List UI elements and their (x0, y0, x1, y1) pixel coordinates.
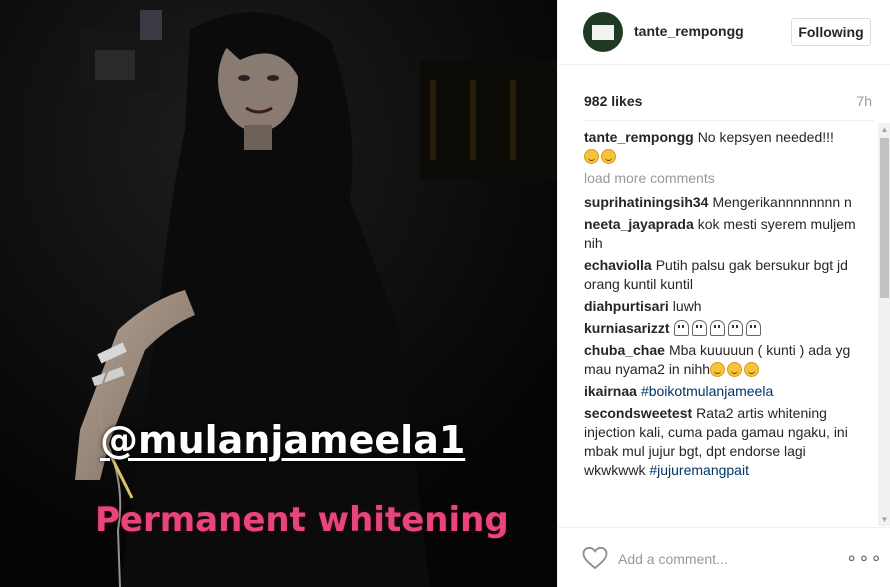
scroll-up-arrow-icon[interactable]: ▲ (878, 123, 890, 136)
post-photo (0, 0, 557, 587)
comment-username[interactable]: chuba_chae (584, 342, 665, 358)
post-media[interactable]: @mulanjameela1 Permanent whitening (0, 0, 557, 587)
smiling-face-icon (601, 149, 616, 164)
avatar-image-detail (592, 25, 614, 40)
caption-text: No kepsyen needed!!! (697, 129, 834, 145)
comment-item: chuba_chae Mba kuuuuun ( kunti ) ada yg m… (584, 341, 864, 379)
smiling-face-icon (727, 362, 743, 377)
load-more-comments-link[interactable]: load more comments (584, 169, 864, 188)
comment-username[interactable]: kurniasarizzt (584, 320, 670, 336)
ghost-icon (673, 320, 689, 336)
comment-username[interactable]: suprihatiningsih34 (584, 194, 708, 210)
following-button[interactable]: Following (791, 18, 871, 46)
comment-item: suprihatiningsih34 Mengerikannnnnnnn n (584, 193, 864, 212)
hashtag-link[interactable]: #jujuremangpait (649, 462, 749, 478)
post-header: tante_rempongg Following (558, 0, 890, 65)
comment-username[interactable]: diahpurtisari (584, 298, 669, 314)
divider (584, 120, 874, 121)
ghost-icon (709, 320, 725, 336)
caption-username[interactable]: tante_rempongg (584, 129, 694, 145)
add-comment-input[interactable] (618, 548, 828, 570)
ghost-icon (727, 320, 743, 336)
avatar[interactable] (583, 12, 623, 52)
scroll-down-arrow-icon[interactable]: ▼ (878, 513, 890, 526)
comments-list: tante_rempongg No kepsyen needed!!! load … (584, 128, 864, 524)
heart-icon[interactable] (582, 546, 608, 570)
media-overlay-text: Permanent whitening (95, 500, 509, 540)
comment-username[interactable]: secondsweetest (584, 405, 692, 421)
more-options-icon[interactable]: ∘∘∘ (846, 546, 882, 570)
comment-item: ikairnaa #boikotmulanjameela (584, 382, 864, 401)
header-username[interactable]: tante_rempongg (634, 23, 744, 39)
comment-username[interactable]: echaviolla (584, 257, 652, 273)
comment-item: diahpurtisari luwh (584, 297, 864, 316)
comment-text: luwh (672, 298, 702, 314)
smiling-face-icon (744, 362, 760, 377)
media-overlay-handle: @mulanjameela1 (100, 418, 466, 462)
post-details-panel: tante_rempongg Following 982 likes 7h ta… (557, 0, 890, 587)
post-timestamp[interactable]: 7h (856, 93, 872, 109)
scrollbar-thumb[interactable] (880, 138, 889, 298)
comment-username[interactable]: ikairnaa (584, 383, 637, 399)
comment-item: neeta_jayaprada kok mesti syerem muljem n… (584, 215, 864, 253)
comment-item: kurniasarizzt (584, 319, 864, 338)
comment-text: Mengerikannnnnnnn n (712, 194, 852, 210)
post-meta: 982 likes 7h (584, 93, 874, 111)
caption: tante_rempongg No kepsyen needed!!! (584, 128, 864, 166)
comment-username[interactable]: neeta_jayaprada (584, 216, 694, 232)
ghost-icon (745, 320, 761, 336)
ghost-icon (691, 320, 707, 336)
comment-item: secondsweetest Rata2 artis whitening inje… (584, 404, 864, 480)
comments-scrollbar[interactable]: ▲ ▼ (878, 123, 890, 526)
smiling-face-icon (710, 362, 726, 377)
hashtag-link[interactable]: #boikotmulanjameela (641, 383, 773, 399)
smiling-face-icon (584, 149, 599, 164)
comment-item: echaviolla Putih palsu gak bersukur bgt j… (584, 256, 864, 294)
likes-count[interactable]: 982 likes (584, 93, 642, 109)
comment-footer: ∘∘∘ (558, 527, 890, 587)
